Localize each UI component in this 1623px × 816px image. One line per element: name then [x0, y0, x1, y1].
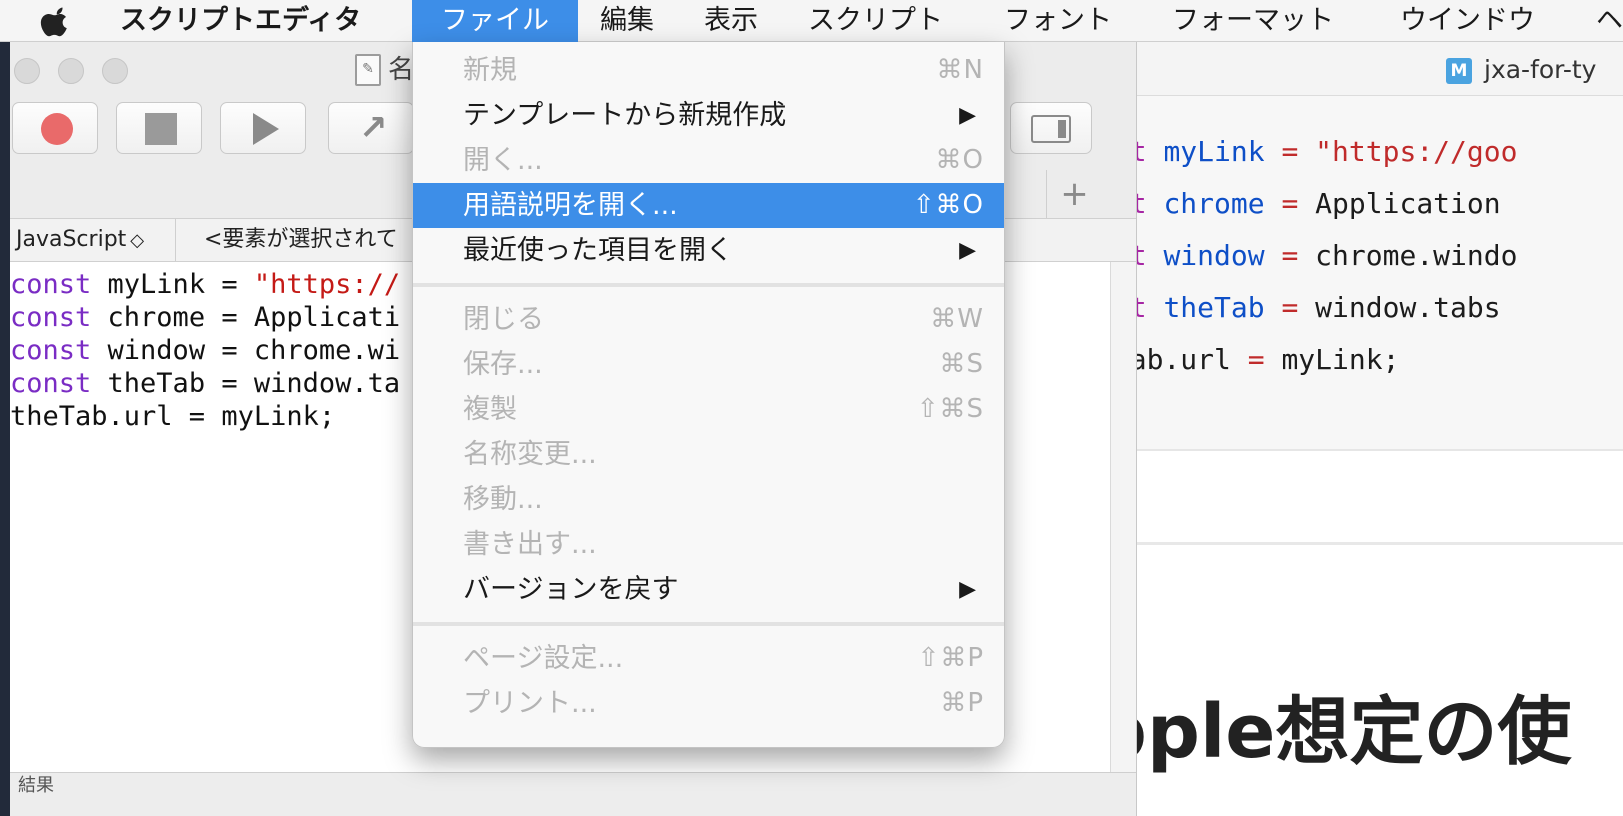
menu-item-open[interactable]: 開く... ⌘O: [413, 138, 1004, 183]
submenu-arrow-icon: ▶: [959, 103, 976, 128]
zoom-window-button[interactable]: [102, 58, 128, 84]
close-window-button[interactable]: [14, 58, 40, 84]
menu-format[interactable]: フォーマット: [1172, 0, 1334, 42]
menu-help[interactable]: ヘ: [1596, 0, 1623, 42]
menu-item-print[interactable]: プリント... ⌘P: [413, 681, 1004, 726]
menu-item-save[interactable]: 保存... ⌘S: [413, 342, 1004, 387]
menu-item-revert-to[interactable]: バージョンを戻す ▶: [413, 567, 1004, 612]
minimize-window-button[interactable]: [58, 58, 84, 84]
menu-item-duplicate[interactable]: 複製 ⇧⌘S: [413, 387, 1004, 432]
browser-code-line: nst myLink = "https://goo: [1120, 135, 1518, 168]
browser-window: M jxa-for-ty nst myLink = "https://goo n…: [1120, 42, 1623, 816]
record-button[interactable]: [12, 102, 98, 154]
result-label: 結果: [18, 775, 54, 796]
browser-code-line: nst window = chrome.windo: [1120, 239, 1518, 272]
play-icon: [253, 113, 279, 145]
menu-item-new-from-template[interactable]: テンプレートから新規作成 ▶: [413, 93, 1004, 138]
submenu-arrow-icon: ▶: [959, 238, 976, 263]
menu-item-open-recent[interactable]: 最近使った項目を開く ▶: [413, 228, 1004, 273]
browser-tab-title: jxa-for-ty: [1484, 55, 1597, 84]
menu-item-open-dictionary[interactable]: 用語説明を開く... ⇧⌘O: [413, 183, 1004, 228]
submenu-arrow-icon: ▶: [959, 577, 976, 602]
hammer-icon: ↗: [359, 108, 388, 148]
menu-item-page-setup[interactable]: ページ設定... ⇧⌘P: [413, 636, 1004, 681]
menu-font[interactable]: フォント: [1004, 0, 1112, 42]
compile-button[interactable]: ↗: [328, 102, 414, 154]
run-button[interactable]: [220, 102, 306, 154]
markdown-icon: M: [1446, 58, 1472, 84]
window-title: 名: [388, 55, 415, 85]
browser-divider: [1120, 542, 1623, 545]
element-select[interactable]: <要素が選択されて: [204, 219, 398, 261]
sidebar-icon: [1031, 115, 1071, 143]
menu-window[interactable]: ウインドウ: [1400, 0, 1535, 42]
window-controls: [14, 58, 146, 88]
language-select[interactable]: JavaScript ◇: [16, 219, 176, 261]
menu-script[interactable]: スクリプト: [808, 0, 943, 42]
menu-edit[interactable]: 編集: [600, 0, 654, 42]
updown-chevron-icon: ◇: [130, 230, 145, 251]
menu-separator: [413, 612, 1004, 636]
menu-item-new[interactable]: 新規 ⌘N: [413, 48, 1004, 93]
apple-icon[interactable]: [40, 4, 72, 38]
menu-app-name[interactable]: スクリプトエディタ: [120, 0, 361, 42]
stop-icon: [145, 113, 177, 145]
vertical-scrollbar[interactable]: [1110, 262, 1136, 816]
browser-code-line: nst chrome = Application: [1120, 187, 1501, 220]
browser-code-line: nst theTab = window.tabs: [1120, 291, 1501, 324]
add-tab-button[interactable]: +: [1046, 170, 1102, 218]
browser-code-block: nst myLink = "https://goo nst chrome = A…: [1120, 96, 1623, 451]
menu-file[interactable]: ファイル: [412, 0, 578, 42]
file-menu-dropdown: 新規 ⌘N テンプレートから新規作成 ▶ 開く... ⌘O 用語説明を開く... ⇧⌘O…: [412, 42, 1005, 748]
document-icon: ✎: [355, 54, 381, 86]
browser-tab[interactable]: M jxa-for-ty: [1120, 42, 1623, 96]
menu-bar: スクリプトエディタ ファイル 編集 表示 スクリプト フォント フォーマット ウ…: [0, 0, 1623, 42]
menu-separator: [413, 273, 1004, 297]
result-pane-header: 結果: [10, 772, 1136, 816]
menu-item-move[interactable]: 移動...: [413, 477, 1004, 522]
sidebar-toggle-button[interactable]: [1010, 102, 1092, 154]
menu-view[interactable]: 表示: [704, 0, 758, 42]
menu-item-close[interactable]: 閉じる ⌘W: [413, 297, 1004, 342]
menu-item-export[interactable]: 書き出す...: [413, 522, 1004, 567]
browser-heading: pple想定の使: [1120, 689, 1572, 775]
stop-button[interactable]: [116, 102, 202, 154]
browser-code-line: eTab.url = myLink;: [1120, 343, 1400, 376]
record-icon: [41, 113, 73, 145]
menu-item-rename[interactable]: 名称変更...: [413, 432, 1004, 477]
